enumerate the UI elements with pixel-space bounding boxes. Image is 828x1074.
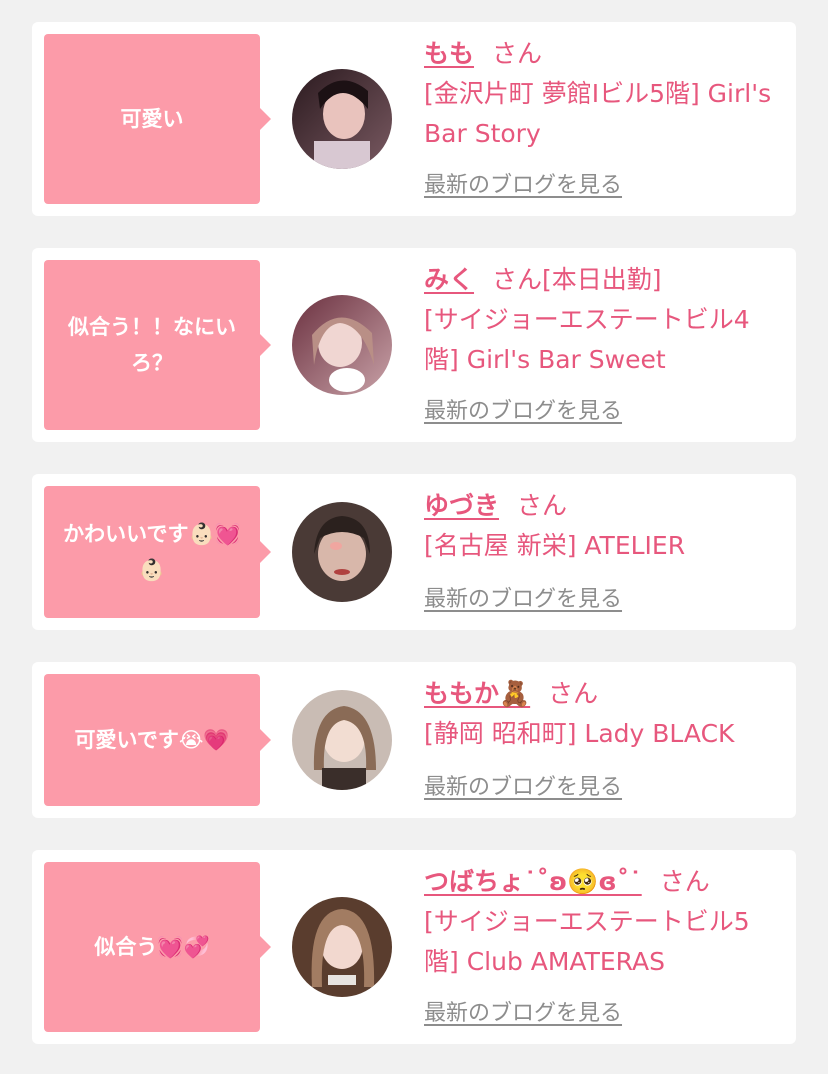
post-info: ももか🧸 さん [静岡 昭和町] Lady BLACK <box>424 674 774 754</box>
comment-bubble: 可愛い <box>44 34 271 204</box>
shop-info: [静岡 昭和町] Lady BLACK <box>424 719 735 748</box>
honorific: さん <box>548 679 599 708</box>
latest-blog-link[interactable]: 最新のブログを見る <box>424 995 622 1027</box>
shop-info: [サイジョーエステートビル5階] Club AMATERAS <box>424 907 750 976</box>
comment-card: 可愛いです😭💗 ももか🧸 さん [静岡 昭和町] Lady BLACK 最新のブロ… <box>32 662 796 818</box>
comment-bubble: 似合う💓💞 <box>44 862 271 1032</box>
comment-bubble: 似合う！！なにいろ？ <box>44 260 271 430</box>
post-info: みく さん[本日出勤] [サイジョーエステートビル4階] Girl's Bar S… <box>424 260 774 380</box>
comment-text: 似合う💓💞 <box>94 935 210 959</box>
comment-bubble: かわいいです👶🏻💓👶🏻 <box>44 486 271 618</box>
avatar[interactable] <box>292 897 392 997</box>
comment-bubble: 可愛いです😭💗 <box>44 674 271 806</box>
honorific: さん <box>659 867 710 896</box>
post-info: つばちょ˙˚ʚ🥺ɞ˚˙ さん [サイジョーエステートビル5階] Club AMAT… <box>424 862 774 982</box>
comment-list: 可愛い もも さん [金沢片町 夢館Ⅰビル5階] Girl's Bar Story… <box>0 0 828 1074</box>
cast-name-link[interactable]: ももか🧸 <box>424 679 530 708</box>
comment-text: かわいいです👶🏻💓👶🏻 <box>63 522 241 582</box>
comment-text: 可愛いです😭💗 <box>74 728 230 752</box>
post-info: もも さん [金沢片町 夢館Ⅰビル5階] Girl's Bar Story <box>424 34 774 154</box>
avatar[interactable] <box>292 502 392 602</box>
latest-blog-link[interactable]: 最新のブログを見る <box>424 769 622 801</box>
honorific: さん <box>517 491 568 520</box>
latest-blog-link[interactable]: 最新のブログを見る <box>424 581 622 613</box>
comment-card: かわいいです👶🏻💓👶🏻 ゆづき さん [名古屋 新栄] ATELIER 最新のブロ… <box>32 474 796 630</box>
avatar[interactable] <box>292 690 392 790</box>
cast-name-link[interactable]: もも <box>424 39 474 68</box>
cast-name-link[interactable]: みく <box>424 265 474 294</box>
latest-blog-link[interactable]: 最新のブログを見る <box>424 167 622 199</box>
cast-name-link[interactable]: つばちょ˙˚ʚ🥺ɞ˚˙ <box>424 867 642 896</box>
comment-card: 似合う💓💞 つばちょ˙˚ʚ🥺ɞ˚˙ さん [サイジョーエステートビル5階] Clu… <box>32 850 796 1044</box>
avatar[interactable] <box>292 69 392 169</box>
comment-text: 可愛い <box>120 107 184 131</box>
post-info: ゆづき さん [名古屋 新栄] ATELIER <box>424 486 774 566</box>
honorific: さん <box>492 39 543 68</box>
avatar[interactable] <box>292 295 392 395</box>
cast-name-link[interactable]: ゆづき <box>424 491 499 520</box>
shop-info: [名古屋 新栄] ATELIER <box>424 531 686 560</box>
honorific: さん[本日出勤] <box>492 265 662 294</box>
latest-blog-link[interactable]: 最新のブログを見る <box>424 393 622 425</box>
comment-card: 可愛い もも さん [金沢片町 夢館Ⅰビル5階] Girl's Bar Story… <box>32 22 796 216</box>
shop-info: [サイジョーエステートビル4階] Girl's Bar Sweet <box>424 305 750 374</box>
shop-info: [金沢片町 夢館Ⅰビル5階] Girl's Bar Story <box>424 79 772 148</box>
comment-card: 似合う！！なにいろ？ みく さん[本日出勤] [サイジョーエステートビル4階] G… <box>32 248 796 442</box>
comment-text: 似合う！！なにいろ？ <box>68 315 236 375</box>
